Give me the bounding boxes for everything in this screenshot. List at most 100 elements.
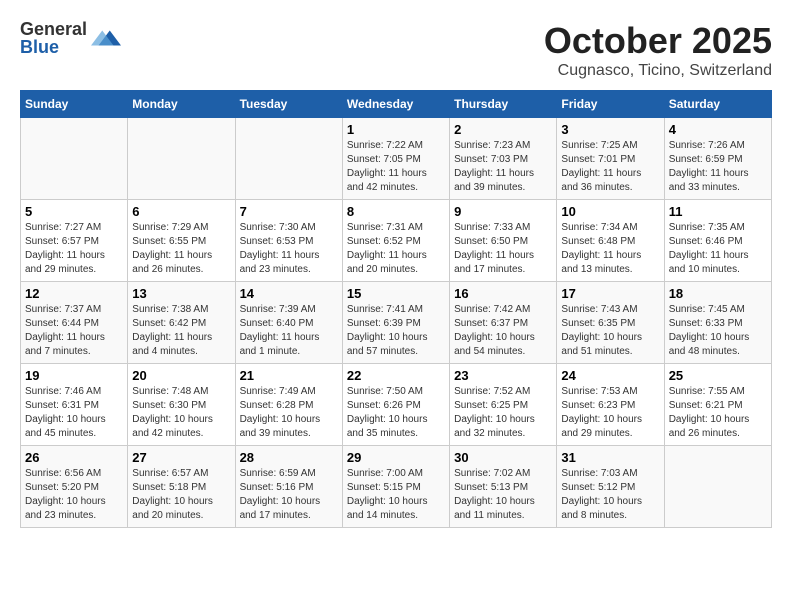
day-info: Sunrise: 6:57 AM Sunset: 5:18 PM Dayligh… (132, 467, 230, 523)
day-number: 15 (347, 286, 445, 301)
day-number: 2 (454, 122, 552, 137)
calendar-cell: 5 Sunrise: 7:27 AM Sunset: 6:57 PM Daylig… (21, 200, 128, 282)
calendar-cell: 1 Sunrise: 7:22 AM Sunset: 7:05 PM Daylig… (342, 118, 449, 200)
logo-blue-text: Blue (20, 38, 87, 56)
calendar-week-row: 1 Sunrise: 7:22 AM Sunset: 7:05 PM Daylig… (21, 118, 772, 200)
day-number: 29 (347, 450, 445, 465)
calendar-cell: 29 Sunrise: 7:00 AM Sunset: 5:15 PM Dayli… (342, 446, 449, 528)
day-number: 31 (561, 450, 659, 465)
day-number: 25 (669, 368, 767, 383)
day-info: Sunrise: 7:49 AM Sunset: 6:28 PM Dayligh… (240, 385, 338, 441)
calendar-week-row: 26Sunrise: 6:56 AM Sunset: 5:20 PM Dayli… (21, 446, 772, 528)
calendar-cell: 15Sunrise: 7:41 AM Sunset: 6:39 PM Dayli… (342, 282, 449, 364)
day-header-monday: Monday (128, 91, 235, 118)
day-number: 12 (25, 286, 123, 301)
day-number: 14 (240, 286, 338, 301)
day-info: Sunrise: 7:02 AM Sunset: 5:13 PM Dayligh… (454, 467, 552, 523)
day-number: 16 (454, 286, 552, 301)
calendar-cell: 16 Sunrise: 7:42 AM Sunset: 6:37 PM Dayli… (450, 282, 557, 364)
calendar-subtitle: Cugnasco, Ticino, Switzerland (544, 62, 772, 80)
calendar-cell: 17Sunrise: 7:43 AM Sunset: 6:35 PM Dayli… (557, 282, 664, 364)
day-info: Sunrise: 7:26 AM Sunset: 6:59 PM Dayligh… (669, 139, 767, 195)
calendar-cell (664, 446, 771, 528)
day-number: 18 (669, 286, 767, 301)
day-header-thursday: Thursday (450, 91, 557, 118)
day-info: Sunrise: 7:33 AM Sunset: 6:50 PM Dayligh… (454, 221, 552, 277)
calendar-cell: 31Sunrise: 7:03 AM Sunset: 5:12 PM Dayli… (557, 446, 664, 528)
calendar-cell: 18 Sunrise: 7:45 AM Sunset: 6:33 PM Dayli… (664, 282, 771, 364)
day-info: Sunrise: 7:38 AM Sunset: 6:42 PM Dayligh… (132, 303, 230, 359)
calendar-cell: 10Sunrise: 7:34 AM Sunset: 6:48 PM Dayli… (557, 200, 664, 282)
calendar-cell: 23Sunrise: 7:52 AM Sunset: 6:25 PM Dayli… (450, 364, 557, 446)
day-number: 22 (347, 368, 445, 383)
day-number: 5 (25, 204, 123, 219)
day-info: Sunrise: 7:27 AM Sunset: 6:57 PM Dayligh… (25, 221, 123, 277)
day-info: Sunrise: 7:45 AM Sunset: 6:33 PM Dayligh… (669, 303, 767, 359)
day-info: Sunrise: 6:59 AM Sunset: 5:16 PM Dayligh… (240, 467, 338, 523)
day-info: Sunrise: 7:31 AM Sunset: 6:52 PM Dayligh… (347, 221, 445, 277)
day-number: 26 (25, 450, 123, 465)
calendar-cell: 12 Sunrise: 7:37 AM Sunset: 6:44 PM Dayli… (21, 282, 128, 364)
day-info: Sunrise: 7:30 AM Sunset: 6:53 PM Dayligh… (240, 221, 338, 277)
day-info: Sunrise: 7:53 AM Sunset: 6:23 PM Dayligh… (561, 385, 659, 441)
calendar-cell: 25 Sunrise: 7:55 AM Sunset: 6:21 PM Dayli… (664, 364, 771, 446)
day-number: 20 (132, 368, 230, 383)
calendar-cell: 22 Sunrise: 7:50 AM Sunset: 6:26 PM Dayli… (342, 364, 449, 446)
day-info: Sunrise: 7:50 AM Sunset: 6:26 PM Dayligh… (347, 385, 445, 441)
day-header-tuesday: Tuesday (235, 91, 342, 118)
calendar-cell: 2 Sunrise: 7:23 AM Sunset: 7:03 PM Daylig… (450, 118, 557, 200)
calendar-week-row: 12 Sunrise: 7:37 AM Sunset: 6:44 PM Dayli… (21, 282, 772, 364)
calendar-cell (21, 118, 128, 200)
day-number: 19 (25, 368, 123, 383)
day-number: 13 (132, 286, 230, 301)
calendar-table: SundayMondayTuesdayWednesdayThursdayFrid… (20, 90, 772, 528)
calendar-week-row: 5 Sunrise: 7:27 AM Sunset: 6:57 PM Daylig… (21, 200, 772, 282)
day-info: Sunrise: 7:00 AM Sunset: 5:15 PM Dayligh… (347, 467, 445, 523)
calendar-cell: 27 Sunrise: 6:57 AM Sunset: 5:18 PM Dayli… (128, 446, 235, 528)
calendar-cell: 14 Sunrise: 7:39 AM Sunset: 6:40 PM Dayli… (235, 282, 342, 364)
calendar-cell: 28Sunrise: 6:59 AM Sunset: 5:16 PM Dayli… (235, 446, 342, 528)
day-info: Sunrise: 7:48 AM Sunset: 6:30 PM Dayligh… (132, 385, 230, 441)
calendar-cell: 21Sunrise: 7:49 AM Sunset: 6:28 PM Dayli… (235, 364, 342, 446)
day-header-saturday: Saturday (664, 91, 771, 118)
day-info: Sunrise: 7:37 AM Sunset: 6:44 PM Dayligh… (25, 303, 123, 359)
day-info: Sunrise: 7:42 AM Sunset: 6:37 PM Dayligh… (454, 303, 552, 359)
title-block: October 2025 Cugnasco, Ticino, Switzerla… (544, 20, 772, 80)
day-info: Sunrise: 7:35 AM Sunset: 6:46 PM Dayligh… (669, 221, 767, 277)
day-info: Sunrise: 7:46 AM Sunset: 6:31 PM Dayligh… (25, 385, 123, 441)
day-number: 11 (669, 204, 767, 219)
day-info: Sunrise: 7:29 AM Sunset: 6:55 PM Dayligh… (132, 221, 230, 277)
calendar-cell: 13 Sunrise: 7:38 AM Sunset: 6:42 PM Dayli… (128, 282, 235, 364)
calendar-cell: 6 Sunrise: 7:29 AM Sunset: 6:55 PM Daylig… (128, 200, 235, 282)
page-header: General Blue October 2025 Cugnasco, Tici… (20, 20, 772, 80)
calendar-cell: 8Sunrise: 7:31 AM Sunset: 6:52 PM Daylig… (342, 200, 449, 282)
calendar-cell: 19 Sunrise: 7:46 AM Sunset: 6:31 PM Dayli… (21, 364, 128, 446)
day-number: 24 (561, 368, 659, 383)
calendar-cell: 9Sunrise: 7:33 AM Sunset: 6:50 PM Daylig… (450, 200, 557, 282)
day-info: Sunrise: 7:23 AM Sunset: 7:03 PM Dayligh… (454, 139, 552, 195)
day-number: 10 (561, 204, 659, 219)
day-number: 23 (454, 368, 552, 383)
calendar-cell: 30 Sunrise: 7:02 AM Sunset: 5:13 PM Dayli… (450, 446, 557, 528)
day-number: 6 (132, 204, 230, 219)
day-info: Sunrise: 7:55 AM Sunset: 6:21 PM Dayligh… (669, 385, 767, 441)
calendar-cell: 7Sunrise: 7:30 AM Sunset: 6:53 PM Daylig… (235, 200, 342, 282)
day-number: 17 (561, 286, 659, 301)
day-header-sunday: Sunday (21, 91, 128, 118)
day-number: 1 (347, 122, 445, 137)
calendar-cell: 26Sunrise: 6:56 AM Sunset: 5:20 PM Dayli… (21, 446, 128, 528)
day-number: 30 (454, 450, 552, 465)
day-info: Sunrise: 7:39 AM Sunset: 6:40 PM Dayligh… (240, 303, 338, 359)
day-header-wednesday: Wednesday (342, 91, 449, 118)
calendar-cell: 3Sunrise: 7:25 AM Sunset: 7:01 PM Daylig… (557, 118, 664, 200)
day-number: 27 (132, 450, 230, 465)
calendar-title: October 2025 (544, 20, 772, 62)
day-info: Sunrise: 7:22 AM Sunset: 7:05 PM Dayligh… (347, 139, 445, 195)
calendar-cell: 4Sunrise: 7:26 AM Sunset: 6:59 PM Daylig… (664, 118, 771, 200)
calendar-week-row: 19 Sunrise: 7:46 AM Sunset: 6:31 PM Dayli… (21, 364, 772, 446)
logo-icon (91, 23, 121, 53)
calendar-cell: 24 Sunrise: 7:53 AM Sunset: 6:23 PM Dayli… (557, 364, 664, 446)
logo: General Blue (20, 20, 121, 56)
calendar-header-row: SundayMondayTuesdayWednesdayThursdayFrid… (21, 91, 772, 118)
calendar-cell: 11 Sunrise: 7:35 AM Sunset: 6:46 PM Dayli… (664, 200, 771, 282)
